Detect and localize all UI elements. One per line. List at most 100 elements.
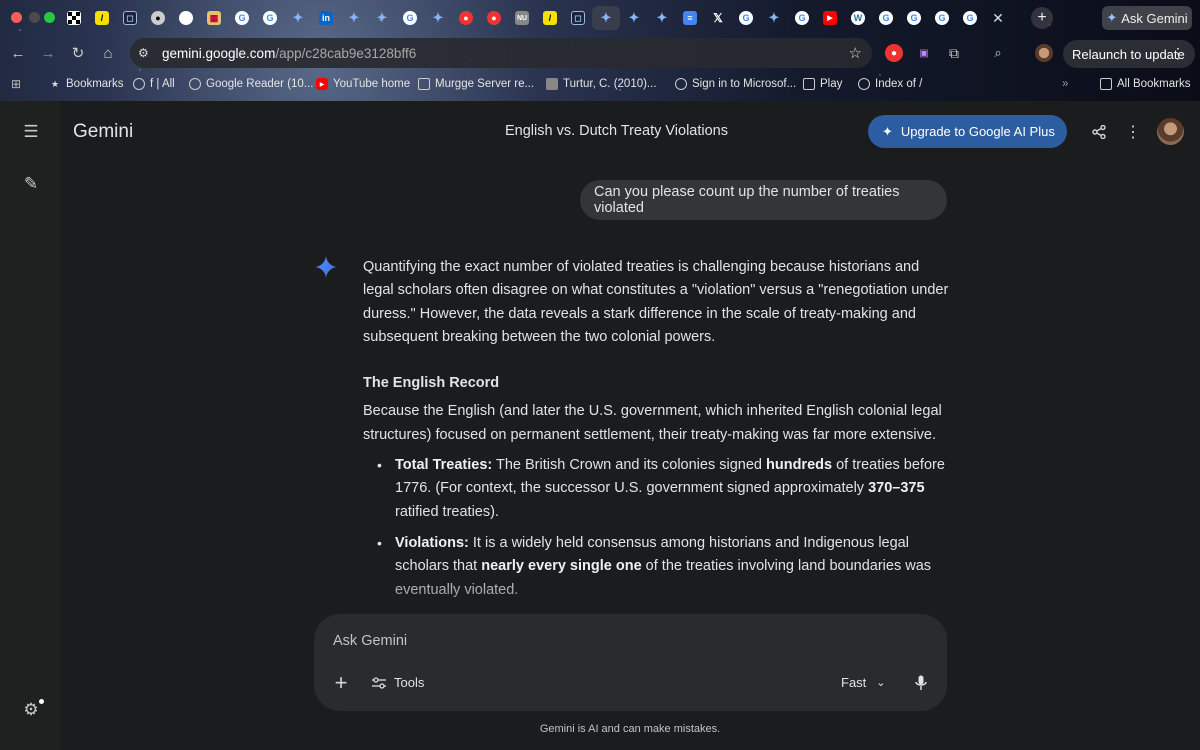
window-zoom-button[interactable] (44, 12, 55, 23)
bookmark-item[interactable]: Sign in to Microsof... (675, 78, 796, 90)
google-icon: G (795, 11, 809, 25)
user-message-text: Can you please count up the number of tr… (594, 184, 900, 216)
bullet-icon: • (377, 534, 382, 551)
tab[interactable]: G (928, 6, 956, 30)
tab[interactable]: ● (480, 6, 508, 30)
tab[interactable]: ✦ (340, 6, 368, 30)
settings-gear-icon[interactable]: ⚙ (20, 699, 44, 721)
bookmarks-overflow-icon[interactable]: » (1062, 78, 1068, 90)
bookmark-item[interactable]: ▶ YouTube home (316, 78, 410, 90)
tab[interactable] (60, 6, 88, 30)
bookmark-item[interactable]: Turtur, C. (2010)... (546, 78, 657, 90)
tab[interactable]: W (844, 6, 872, 30)
window-minimize-button[interactable] (29, 12, 40, 23)
new-tab-button[interactable]: + (1031, 7, 1053, 29)
relaunch-to-update-button[interactable]: Relaunch to update ⋮ (1063, 40, 1195, 68)
ask-gemini-button[interactable]: ✦ Ask Gemini (1102, 6, 1192, 30)
tab[interactable]: ● (144, 6, 172, 30)
tab[interactable]: ≡ (676, 6, 704, 30)
bookmark-item[interactable]: Murgge Server re... (418, 78, 534, 90)
more-vertical-icon[interactable]: ⋮ (1122, 121, 1144, 143)
tab[interactable]: ✦ (368, 6, 396, 30)
apps-grid-icon[interactable]: ⊞ (10, 77, 22, 91)
tab[interactable] (172, 6, 200, 30)
tab[interactable]: ✦ (648, 6, 676, 30)
tab[interactable]: G (956, 6, 984, 30)
tab[interactable]: ◻ (564, 6, 592, 30)
more-vertical-icon[interactable]: ⋮ (1171, 45, 1185, 62)
tab[interactable]: ▦ (200, 6, 228, 30)
nu-icon: NU (515, 11, 529, 25)
mode-label: Fast (841, 675, 867, 690)
new-chat-icon[interactable]: ✎ (20, 173, 42, 195)
red-pill-icon: ● (459, 11, 473, 25)
tab[interactable]: G (396, 6, 424, 30)
upgrade-label: Upgrade to Google AI Plus (900, 124, 1055, 139)
home-icon[interactable]: ⌂ (98, 43, 118, 63)
folder-icon (418, 78, 430, 90)
tab[interactable]: / (88, 6, 116, 30)
all-bookmarks-item[interactable]: All Bookmarks (1100, 78, 1191, 90)
tab[interactable]: ● (452, 6, 480, 30)
tab[interactable]: G (256, 6, 284, 30)
avatar[interactable] (1157, 118, 1184, 145)
extension-red-icon[interactable]: ● (885, 44, 903, 62)
scroll-fade (350, 571, 970, 611)
tab[interactable]: / (536, 6, 564, 30)
tab[interactable]: ✦ (760, 6, 788, 30)
tab[interactable]: 𝕏 (704, 6, 732, 30)
reload-icon[interactable]: ↻ (68, 43, 88, 63)
back-arrow-icon[interactable]: ← (8, 43, 28, 63)
relaunch-label: Relaunch to update (1072, 46, 1185, 62)
tab[interactable]: ◻ (116, 6, 144, 30)
google-docs-icon: ≡ (683, 11, 697, 25)
address-bar[interactable]: ⚙ gemini.google.com/app/c28cab9e3128bff6… (130, 38, 872, 68)
microphone-icon[interactable] (910, 672, 932, 694)
folder-icon (1100, 78, 1112, 90)
tab[interactable]: G (900, 6, 928, 30)
globe-icon: ● (151, 11, 165, 25)
gemini-sparkle-icon: ✦ (1106, 10, 1118, 25)
tab[interactable]: ▶ (816, 6, 844, 30)
bookmark-item[interactable]: ★ Bookmarks (49, 78, 124, 90)
chevron-down-icon: ⌄ (876, 677, 886, 689)
bookmark-item[interactable]: f | All (133, 78, 175, 90)
upgrade-button[interactable]: ✦ Upgrade to Google AI Plus (868, 115, 1067, 148)
sparkle-icon: ✦ (882, 123, 893, 139)
site-settings-icon[interactable]: ⚙ (138, 46, 156, 60)
tab-search-icon[interactable]: ⌕ (989, 44, 1007, 62)
profile-avatar[interactable] (1035, 44, 1053, 62)
google-icon: G (403, 11, 417, 25)
tab[interactable]: G (732, 6, 760, 30)
tab[interactable]: G (872, 6, 900, 30)
tools-label: Tools (394, 675, 425, 690)
add-attachment-plus-icon[interactable]: + (330, 670, 352, 695)
bookmark-item[interactable]: Google Reader (10... (189, 78, 313, 90)
bookmark-item[interactable]: Index of / (858, 78, 922, 90)
window-close-button[interactable] (11, 12, 22, 23)
prompt-input[interactable]: Ask Gemini (333, 633, 407, 649)
tab[interactable]: G (788, 6, 816, 30)
menu-hamburger-icon[interactable]: ☰ (20, 121, 42, 143)
close-tab-icon[interactable]: ✕ (984, 6, 1012, 30)
tab-active[interactable]: ✦ (592, 6, 620, 30)
google-icon: G (879, 11, 893, 25)
tab[interactable]: in (312, 6, 340, 30)
tools-button[interactable]: Tools (372, 675, 424, 690)
tab[interactable]: NU (508, 6, 536, 30)
tab[interactable]: ✦ (284, 6, 312, 30)
extensions-puzzle-icon[interactable]: ⧉ (945, 44, 963, 62)
gemini-sparkle-icon: ✦ (628, 10, 640, 25)
tab[interactable]: ✦ (620, 6, 648, 30)
bookmark-item[interactable]: Play (803, 78, 842, 90)
prompt-composer[interactable]: Ask Gemini + Tools Fast ⌄ (314, 614, 947, 711)
share-icon[interactable] (1088, 121, 1110, 143)
forward-arrow-icon[interactable]: → (38, 43, 58, 63)
red-pill-icon: ● (487, 11, 501, 25)
model-mode-selector[interactable]: Fast ⌄ (841, 675, 886, 690)
extension-purple-icon[interactable]: ▣ (915, 44, 933, 62)
bookmark-star-icon[interactable]: ☆ (849, 44, 862, 62)
app-brand[interactable]: Gemini (73, 121, 133, 143)
tab[interactable]: G (228, 6, 256, 30)
tab[interactable]: ✦ (424, 6, 452, 30)
